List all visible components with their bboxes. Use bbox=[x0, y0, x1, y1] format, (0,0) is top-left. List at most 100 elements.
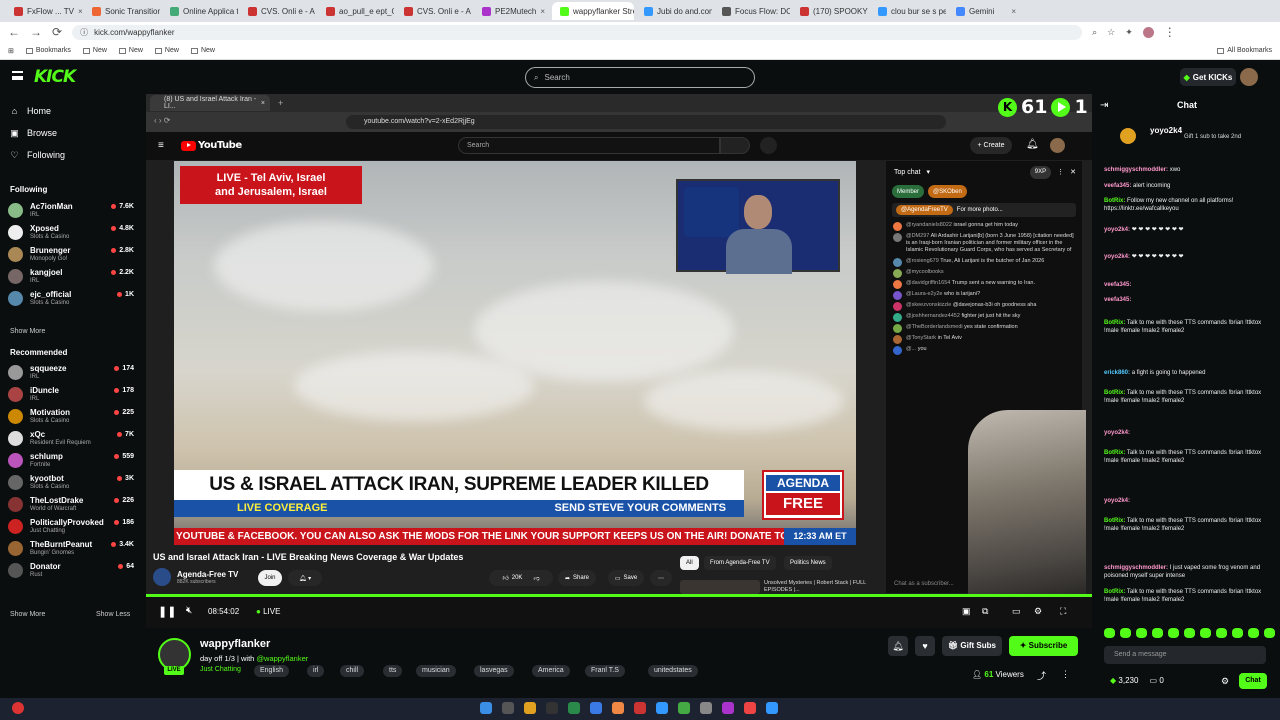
sidebar-channel[interactable]: Ac7ionMan IRL 7.6K bbox=[8, 200, 134, 222]
kick-logo[interactable]: KICK bbox=[34, 67, 76, 87]
profile-icon[interactable] bbox=[1142, 26, 1154, 38]
stream-tag[interactable]: Franl T.S bbox=[585, 665, 625, 677]
sidebar-channel[interactable]: kangjoel IRL 2.2K bbox=[8, 266, 134, 288]
close-tab-icon[interactable]: × bbox=[540, 7, 545, 16]
star-icon[interactable]: ☆ bbox=[1107, 27, 1115, 38]
user-avatar[interactable] bbox=[1240, 68, 1258, 86]
get-kicks-button[interactable]: ◆ Get KICKs bbox=[1180, 68, 1236, 86]
send-message-input[interactable]: Send a message bbox=[1104, 646, 1266, 664]
stream-tag[interactable]: musician bbox=[416, 665, 456, 677]
taskbar-app-icon[interactable] bbox=[722, 702, 734, 714]
browser-tab[interactable]: PE2Mutech × bbox=[474, 2, 550, 20]
stream-category[interactable]: Just Chatting bbox=[200, 666, 241, 673]
sidebar-channel[interactable]: PoliticallyProvoked Just Chatting 186 bbox=[8, 516, 134, 538]
subscribe-button[interactable]: ✦ Subscribe bbox=[1009, 636, 1078, 656]
gift-subs-button[interactable]: 🎁︎ Gift Subs bbox=[942, 636, 1002, 656]
taskbar-app-icon[interactable] bbox=[678, 702, 690, 714]
all-bookmarks[interactable]: All Bookmarks bbox=[1217, 47, 1272, 54]
taskbar-app-icon[interactable] bbox=[590, 702, 602, 714]
channel-name[interactable]: wappyflanker bbox=[200, 638, 270, 650]
taskbar-app-icon[interactable] bbox=[502, 702, 514, 714]
close-tab-icon[interactable]: × bbox=[1011, 7, 1016, 16]
stream-video[interactable]: (8) US and Israel Attack Iran - LI... × +… bbox=[146, 94, 1092, 628]
stream-tag[interactable]: chill bbox=[340, 665, 365, 677]
sidebar-channel[interactable]: iDuncle IRL 178 bbox=[8, 384, 134, 406]
browser-tab[interactable]: CVS. Onli e - A pli ...× bbox=[240, 2, 316, 20]
browser-tab[interactable]: clou bur se s pe× bbox=[870, 2, 946, 20]
sidebar-channel[interactable]: xQc Resident Evil Requiem 7K bbox=[8, 428, 134, 450]
weather-icon[interactable] bbox=[12, 702, 24, 714]
reload-icon[interactable]: ⟳ bbox=[52, 25, 62, 39]
browser-tab[interactable]: Online Applica tion× bbox=[162, 2, 238, 20]
stream-tag[interactable]: tts bbox=[383, 665, 403, 677]
taskbar-app-icon[interactable] bbox=[524, 702, 536, 714]
show-more-following[interactable]: Show More bbox=[10, 328, 45, 335]
browser-tab[interactable]: FxFlow ... TV × bbox=[6, 2, 82, 20]
browser-tab[interactable]: Jubi do and.com× bbox=[636, 2, 712, 20]
browser-tab[interactable]: CVS. Onli e - A pli ...× bbox=[396, 2, 472, 20]
sidebar-channel[interactable]: Xposed Slots & Casino 4.8K bbox=[8, 222, 134, 244]
sidebar-channel[interactable]: schlump Fortnite 559 bbox=[8, 450, 134, 472]
sidebar-channel[interactable]: ejc_official Slots & Casino 1K bbox=[8, 288, 134, 310]
sidebar-channel[interactable]: TheLostDrake World of Warcraft 226 bbox=[8, 494, 134, 516]
pause-icon[interactable]: ❚❚ bbox=[158, 605, 176, 618]
stream-tag[interactable]: America bbox=[532, 665, 570, 677]
bookmark-item[interactable]: Bookmarks bbox=[25, 47, 71, 54]
more-icon[interactable]: ⋮ bbox=[1164, 25, 1176, 39]
theater-icon[interactable]: ▭ bbox=[1012, 606, 1021, 617]
cast-icon[interactable]: ⧉ bbox=[982, 606, 988, 617]
browser-tab[interactable]: Sonic Transition Cl...× bbox=[84, 2, 160, 20]
sidebar-channel[interactable]: Donator Rust 64 bbox=[8, 560, 134, 582]
pip-icon[interactable]: ▣ bbox=[962, 606, 971, 617]
browser-tab[interactable]: ao_pull_e ept_OD...× bbox=[318, 2, 394, 20]
search-input[interactable]: ⌕ Search bbox=[525, 67, 755, 88]
sidebar-channel[interactable]: sqqueeze IRL 174 bbox=[8, 362, 134, 384]
taskbar-app-icon[interactable] bbox=[700, 702, 712, 714]
bookmark-item[interactable]: New bbox=[82, 47, 107, 54]
stream-tag[interactable]: unitedstates bbox=[648, 665, 698, 677]
site-info-icon[interactable]: ⓘ bbox=[80, 27, 88, 38]
notification-icon[interactable]: 🔔︎ bbox=[888, 636, 908, 656]
mute-icon[interactable]: 🔇︎ bbox=[186, 605, 192, 616]
browser-tab[interactable]: wappyflanker Strea...× bbox=[552, 2, 634, 20]
nav-home[interactable]: ⌂ Home bbox=[10, 106, 51, 116]
chat-send-button[interactable]: Chat bbox=[1239, 673, 1267, 689]
stream-tag[interactable]: English bbox=[254, 665, 289, 677]
sidebar-channel[interactable]: Brunenger Monopoly Go! 2.8K bbox=[8, 244, 134, 266]
browser-tab[interactable]: Focus Flow: DC | Sm...× bbox=[714, 2, 790, 20]
taskbar-app-icon[interactable] bbox=[612, 702, 624, 714]
taskbar-app-icon[interactable] bbox=[766, 702, 778, 714]
settings-icon[interactable]: ⚙ bbox=[1034, 606, 1042, 617]
more-options-icon[interactable]: ⋮ bbox=[1061, 669, 1070, 680]
bookmark-item[interactable]: New bbox=[154, 47, 179, 54]
nav-following[interactable]: ♡ Following bbox=[10, 150, 65, 160]
bookmark-item[interactable]: New bbox=[190, 47, 215, 54]
hamburger-menu-icon[interactable] bbox=[12, 71, 23, 80]
sidebar-channel[interactable]: TheBurntPeanut Bungin' Gnomes 3.4K bbox=[8, 538, 134, 560]
apps-icon[interactable]: ⊞ bbox=[8, 47, 14, 55]
chat-settings-icon[interactable]: ⚙ bbox=[1221, 676, 1229, 687]
taskbar-app-icon[interactable] bbox=[480, 702, 492, 714]
sidebar-channel[interactable]: kyootbot Slots & Casino 3K bbox=[8, 472, 134, 494]
fullscreen-icon[interactable]: ⛶ bbox=[1060, 606, 1066, 617]
sidebar-channel[interactable]: Motivation Slots & Casino 225 bbox=[8, 406, 134, 428]
browser-tab[interactable]: Gemini × bbox=[948, 2, 1024, 20]
taskbar-app-icon[interactable] bbox=[744, 702, 756, 714]
nav-browse[interactable]: ▣ Browse bbox=[10, 128, 57, 138]
address-bar[interactable]: ⓘ kick.com/wappyflanker bbox=[72, 24, 1083, 40]
follow-heart-icon[interactable]: ♥ bbox=[915, 636, 935, 656]
bookmark-item[interactable]: New bbox=[118, 47, 143, 54]
extensions-icon[interactable]: ✦ bbox=[1125, 27, 1133, 38]
stream-tag[interactable]: lasvegas bbox=[474, 665, 514, 677]
forward-icon[interactable]: → bbox=[30, 25, 42, 39]
show-more-recommended[interactable]: Show More bbox=[10, 611, 45, 618]
taskbar-app-icon[interactable] bbox=[656, 702, 668, 714]
emote-bar[interactable] bbox=[1104, 628, 1280, 638]
close-tab-icon[interactable]: × bbox=[78, 7, 82, 16]
zoom-icon[interactable]: ⌕ bbox=[1092, 27, 1097, 38]
stream-tag[interactable]: irl bbox=[307, 665, 325, 677]
browser-tab[interactable]: (170) SPOOKY 4 ...× bbox=[792, 2, 868, 20]
share-icon[interactable]: ⤴ bbox=[1037, 669, 1046, 682]
taskbar-app-icon[interactable] bbox=[568, 702, 580, 714]
taskbar-app-icon[interactable] bbox=[546, 702, 558, 714]
